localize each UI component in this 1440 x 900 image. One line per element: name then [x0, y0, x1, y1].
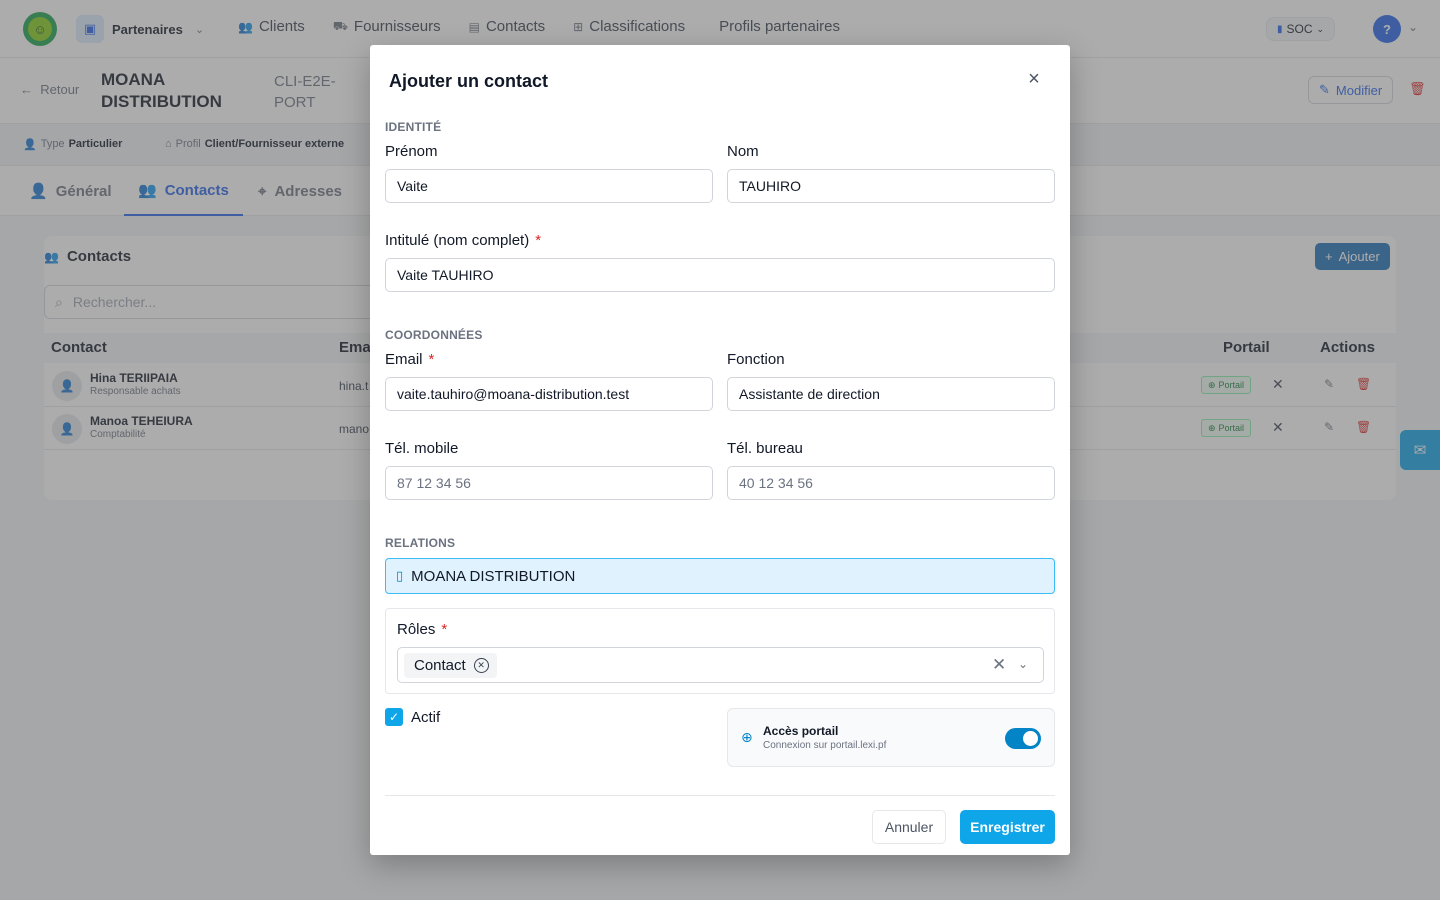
office-phone-field[interactable] [727, 466, 1055, 500]
section-identity: IDENTITÉ [385, 120, 442, 134]
role-chip-contact: Contact ✕ [404, 653, 497, 678]
last-name-label: Nom [727, 143, 759, 160]
cancel-button[interactable]: Annuler [872, 810, 946, 844]
close-icon[interactable]: × [1024, 68, 1044, 90]
required-mark: * [441, 621, 448, 638]
email-field[interactable] [385, 377, 713, 411]
required-mark: * [535, 232, 542, 249]
roles-card: Rôles * Contact ✕ ✕ ⌄ [385, 608, 1055, 694]
roles-select[interactable]: Contact ✕ ✕ ⌄ [397, 647, 1044, 683]
remove-chip-icon[interactable]: ✕ [473, 658, 489, 673]
mobile-label: Tél. mobile [385, 440, 459, 457]
function-field[interactable] [727, 377, 1055, 411]
toggle-knob [1023, 731, 1038, 746]
active-checkbox-row[interactable]: ✓ Actif [385, 708, 440, 726]
building-icon: ▯ [396, 568, 404, 583]
add-contact-modal: Ajouter un contact × IDENTITÉ Prénom Nom… [370, 45, 1070, 855]
modal-title: Ajouter un contact [389, 71, 549, 91]
globe-icon: ⊕ [741, 729, 753, 745]
chevron-down-icon[interactable]: ⌄ [1018, 657, 1028, 671]
first-name-field[interactable] [385, 169, 713, 203]
portal-access-subtitle: Connexion sur portail.lexi.pf [763, 740, 887, 751]
mobile-phone-field[interactable] [385, 466, 713, 500]
office-phone-label: Tél. bureau [727, 440, 803, 457]
save-button[interactable]: Enregistrer [960, 810, 1055, 844]
relation-company[interactable]: ▯ MOANA DISTRIBUTION [385, 558, 1055, 594]
function-label: Fonction [727, 351, 785, 368]
email-label: Email * [385, 351, 435, 368]
clear-selection-icon[interactable]: ✕ [992, 655, 1006, 675]
first-name-label: Prénom [385, 143, 438, 160]
full-name-label: Intitulé (nom complet) * [385, 232, 542, 249]
section-relations: RELATIONS [385, 536, 456, 550]
footer-divider [385, 795, 1055, 796]
last-name-field[interactable] [727, 169, 1055, 203]
portal-access-toggle[interactable] [1005, 728, 1041, 749]
portal-access-card: ⊕ Accès portail Connexion sur portail.le… [727, 708, 1055, 767]
section-coordinates: COORDONNÉES [385, 328, 483, 342]
full-name-field[interactable] [385, 258, 1055, 292]
roles-label: Rôles * [397, 621, 448, 638]
portal-access-title: Accès portail [763, 724, 839, 738]
required-mark: * [428, 351, 435, 368]
active-checkbox[interactable]: ✓ [385, 708, 403, 726]
